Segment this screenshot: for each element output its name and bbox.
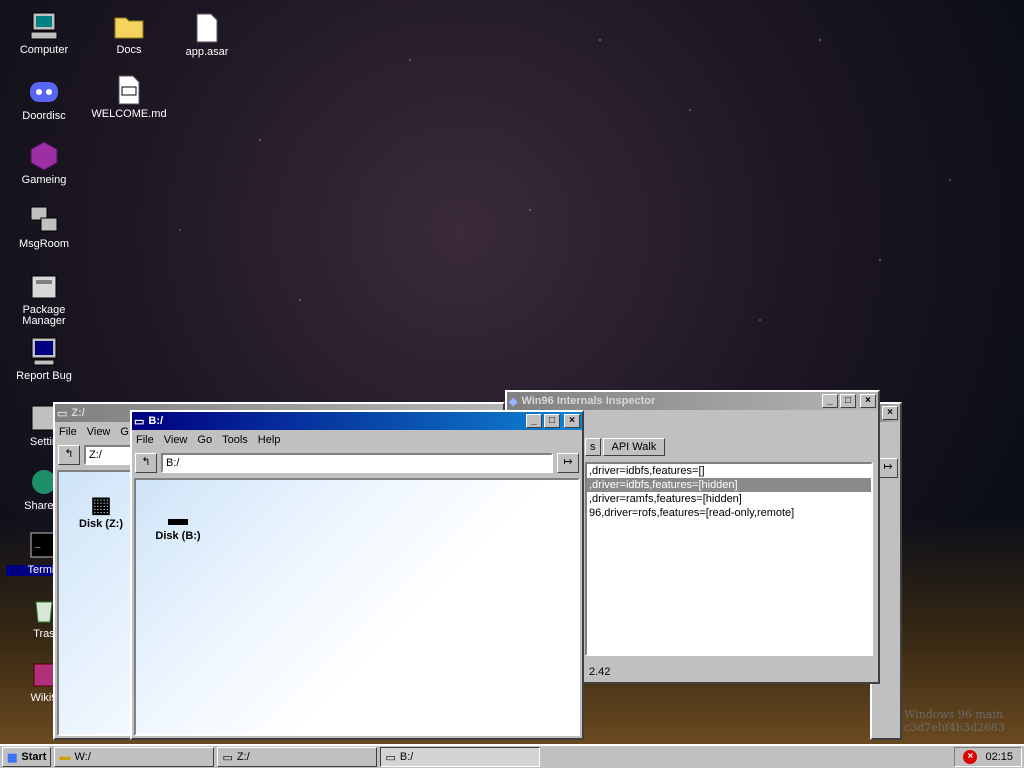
taskbar-item-z[interactable]: ▭ Z:/ (217, 747, 378, 767)
watermark-line: Windows 96 main (904, 708, 1004, 721)
drive-icon: ▭ (222, 751, 233, 764)
close-button[interactable]: × (860, 394, 876, 408)
go-arrow-icon[interactable]: ↦ (557, 453, 579, 473)
report-computer-icon (28, 336, 60, 368)
b-window-titlebar: ▭ B:/ _ □ × (132, 412, 582, 430)
status-text: 2.42 (589, 666, 611, 678)
b-address-bar: ↰ B:/ ↦ (132, 450, 582, 476)
maximize-button[interactable]: □ (544, 414, 560, 428)
desktop-icon-computer[interactable]: Computer (6, 10, 82, 56)
folder-icon: ▬ (59, 751, 71, 763)
b-content-pane[interactable]: ▬ Disk (B:) (134, 478, 580, 736)
inspector-titlebar: ◆ Win96 Internals Inspector _ □ × (507, 392, 878, 410)
markdown-file-icon (113, 74, 145, 106)
window-title: B:/ (148, 415, 164, 427)
path-field[interactable]: B:/ (161, 453, 553, 473)
close-icon[interactable]: × (882, 406, 898, 420)
package-icon (28, 270, 60, 302)
system-tray: × 02:15 (954, 747, 1022, 767)
minimize-button[interactable]: _ (822, 394, 838, 408)
disk-z-item[interactable]: ▦ Disk (Z:) (71, 492, 131, 530)
build-watermark: Windows 96 main c3d7ebf4b3d2683 (904, 708, 1005, 734)
window-title: Z:/ (71, 407, 85, 419)
taskbar: ▦ Start ▬ W:/ ▭ Z:/ ▭ B:/ × 02:15 (0, 744, 1024, 768)
taskbar-item-w[interactable]: ▬ W:/ (54, 747, 215, 767)
desktop-icon-package-manager[interactable]: Package Manager (6, 270, 82, 327)
desktop-icon-welcome-md[interactable]: WELCOME.md (91, 74, 167, 120)
close-button[interactable]: × (564, 414, 580, 428)
menu-file[interactable]: File (136, 434, 154, 446)
discord-icon (28, 76, 60, 108)
up-arrow-icon[interactable]: ↰ (135, 453, 157, 473)
desktop-icon-label: Gameing (21, 174, 67, 186)
folder-icon (113, 10, 145, 42)
windows-logo-icon: ▦ (7, 751, 18, 764)
error-icon[interactable]: × (963, 750, 978, 764)
desktop-icon-label: Doordisc (22, 110, 66, 122)
list-item[interactable]: 96,driver=rofs,features=[read-only,remot… (587, 506, 871, 520)
list-item[interactable]: ,driver=ramfs,features=[hidden] (587, 492, 871, 506)
desktop-icon-label: app.asar (185, 46, 229, 58)
drive-icon: ▭ (134, 415, 145, 428)
file-icon (191, 12, 223, 44)
desktop-icon-gameing[interactable]: Gameing (6, 140, 82, 186)
maximize-button[interactable]: □ (840, 394, 856, 408)
window-title: Win96 Internals Inspector (521, 395, 656, 407)
desktop-icon-label: Report Bug (16, 370, 72, 382)
diamond-icon: ◆ (509, 395, 518, 408)
desktop-icon-docs[interactable]: Docs (91, 10, 167, 56)
list-item-selected[interactable]: ,driver=idbfs,features=[hidden] (587, 478, 871, 492)
desktop-icon-label: MsgRoom (18, 238, 70, 250)
forward-arrow-icon[interactable]: ↦ (878, 458, 898, 478)
desktop-icon-label: Computer (19, 44, 69, 56)
desktop-icon-app-asar[interactable]: app.asar (169, 12, 245, 58)
disk-label: Disk (Z:) (79, 518, 123, 530)
drive-icon: ▭ (57, 407, 68, 420)
desktop-icon-label: Package Manager (22, 304, 66, 327)
taskbar-item-label: Z:/ (236, 751, 250, 763)
b-menubar: File View Go Tools Help (132, 430, 582, 450)
inspector-list[interactable]: ,driver=idbfs,features=[] ,driver=idbfs,… (585, 462, 873, 656)
b-drive-window[interactable]: ▭ B:/ _ □ × File View Go Tools Help ↰ B:… (130, 410, 584, 740)
menu-tools[interactable]: Tools (222, 434, 248, 446)
desktop-icon-report-bug[interactable]: Report Bug (6, 336, 82, 382)
clock: 02:15 (985, 751, 1013, 763)
start-label: Start (21, 751, 47, 763)
cube-icon (28, 140, 60, 172)
menu-view[interactable]: View (164, 434, 188, 446)
menu-go[interactable]: G (120, 426, 129, 438)
taskbar-item-label: W:/ (74, 751, 91, 763)
chat-computers-icon (28, 204, 60, 236)
desktop-icon-doordisc[interactable]: Doordisc (6, 76, 82, 122)
computer-icon (28, 10, 60, 42)
chip-icon: ▦ (90, 492, 112, 517)
drive-icon: ▭ (385, 751, 396, 764)
watermark-line: c3d7ebf4b3d2683 (904, 721, 1005, 734)
svg-text:_: _ (34, 540, 41, 550)
menu-help[interactable]: Help (258, 434, 281, 446)
tab-partial[interactable]: s (585, 438, 601, 456)
disk-b-item[interactable]: ▬ Disk (B:) (146, 508, 210, 542)
list-item[interactable]: ,driver=idbfs,features=[] (587, 464, 871, 478)
desktop-icon-label: WELCOME.md (91, 108, 167, 120)
floppy-drive-icon: ▬ (168, 508, 188, 530)
up-arrow-icon[interactable]: ↰ (58, 445, 80, 465)
minimize-button[interactable]: _ (526, 414, 542, 428)
inspector-tabs: s API Walk (585, 438, 878, 456)
menu-view[interactable]: View (87, 426, 111, 438)
disk-label: Disk (B:) (155, 530, 201, 542)
start-button[interactable]: ▦ Start (2, 747, 52, 767)
desktop-icon-msgroom[interactable]: MsgRoom (6, 204, 82, 250)
desktop-icon-label: Docs (116, 44, 142, 56)
taskbar-item-b[interactable]: ▭ B:/ (380, 747, 541, 767)
tab-api-walk[interactable]: API Walk (602, 438, 666, 456)
menu-go[interactable]: Go (197, 434, 212, 446)
taskbar-item-label: B:/ (399, 751, 414, 763)
menu-file[interactable]: File (59, 426, 77, 438)
